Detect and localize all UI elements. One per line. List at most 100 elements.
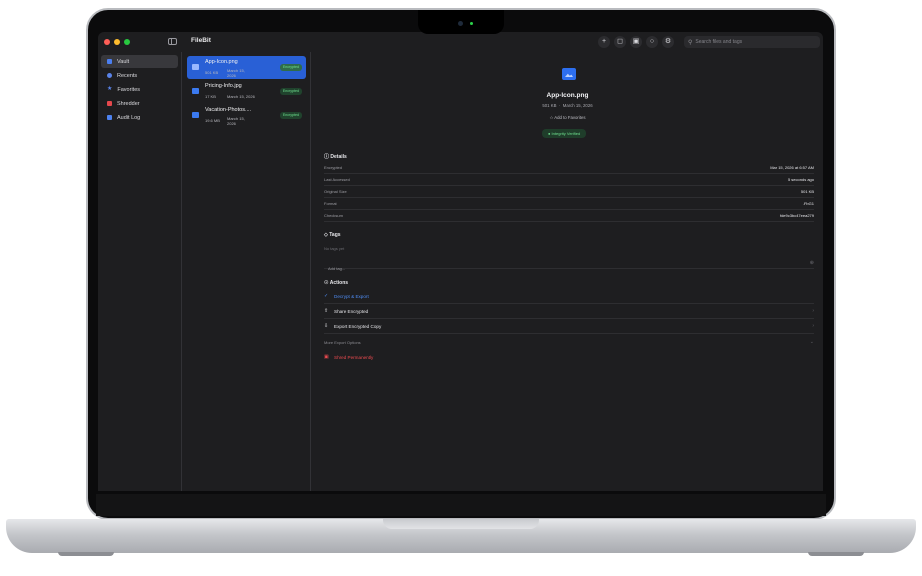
file-row[interactable]: Vacation-Photos.... 19.6 MB March 15, 20…	[187, 104, 306, 127]
laptop-foot	[58, 552, 114, 556]
detail-file-name: App-Icon.png	[546, 92, 589, 99]
export-encrypted-copy-label: Export Encrypted Copy	[334, 324, 382, 329]
zoom-window-button[interactable]	[124, 39, 130, 45]
actions-header-label: Actions	[329, 280, 349, 286]
detail-panel: App-Icon.png 501 KB · March 15, 2026 ☆ A…	[312, 52, 823, 491]
add-to-favorites-button[interactable]: ☆ Add to Favorites	[312, 115, 823, 121]
sidebar-item-label: Audit Log	[117, 114, 141, 121]
sidebar-item-shredder[interactable]: Shredder	[101, 97, 178, 110]
vault-icon	[107, 59, 112, 64]
file-size: 501 KB	[205, 70, 219, 75]
lock-person-icon[interactable]: ○	[646, 36, 658, 48]
image-file-icon	[192, 64, 199, 70]
file-date: March 15, 2026	[227, 68, 245, 78]
sidebar-item-label: Vault	[117, 58, 130, 65]
shredder-icon	[107, 101, 112, 106]
sidebar-toggle-icon[interactable]	[168, 38, 177, 45]
sidebar-item-audit-log[interactable]: Audit Log	[101, 111, 178, 124]
details-header: ⓘ Details	[324, 153, 347, 160]
details-header-label: Details	[330, 154, 347, 160]
close-window-button[interactable]	[104, 39, 110, 45]
sidebar-item-vault[interactable]: Vault	[101, 55, 178, 68]
toolbar: + ◻ ▣ ○ ⚙	[598, 36, 674, 48]
detail-row: Original Size 501 KB	[324, 186, 814, 198]
star-outline-icon: ☆	[549, 115, 554, 120]
plus-icon[interactable]: +	[598, 36, 610, 48]
file-size: 19.6 MB	[205, 118, 220, 123]
decrypt-export-button[interactable]: ✓ Decrypt & Export	[324, 289, 814, 304]
camera-indicator	[470, 22, 473, 25]
file-date: March 15, 2026	[227, 94, 255, 99]
search-input[interactable]	[695, 39, 806, 45]
screen-bottom-bezel	[96, 494, 826, 516]
clock-icon	[107, 73, 112, 78]
title-bar: FileBit + ◻ ▣ ○ ⚙ ⚲	[98, 32, 823, 52]
share-icon: ⇧	[324, 308, 329, 314]
file-size: 17 KB	[205, 94, 216, 99]
file-date: March 15, 2026	[227, 116, 245, 126]
laptop-foot	[808, 552, 864, 556]
export-encrypted-copy-button[interactable]: ⇩ Export Encrypted Copy ›	[324, 319, 814, 334]
camera-icon	[458, 21, 463, 26]
tags-header: ◇ Tags	[324, 232, 341, 238]
image-file-icon	[192, 88, 199, 94]
sidebar-item-recents[interactable]: Recents	[101, 69, 178, 82]
detail-value: 5 seconds ago	[787, 177, 814, 182]
window-controls	[104, 39, 130, 45]
chevron-right-icon: ›	[812, 308, 814, 314]
share-encrypted-label: Share Encrypted	[334, 309, 369, 314]
more-export-options-toggle[interactable]: More Export Options ⌄	[324, 335, 814, 350]
settings-icon[interactable]: ⚙	[662, 36, 674, 48]
detail-key: Checksum	[324, 213, 343, 218]
trash-icon[interactable]: ▣	[630, 36, 642, 48]
chevron-down-icon: ⌄	[809, 339, 814, 345]
sidebar-item-label: Recents	[117, 72, 138, 79]
detail-value: .FbG1	[802, 201, 814, 206]
no-tags-text: No tags yet	[324, 246, 345, 251]
integrity-label: Integrity Verified	[551, 131, 581, 136]
detail-row: Last Accessed 5 seconds ago	[324, 174, 814, 186]
detail-value: Mar 15, 2026 at 6:57 AM	[770, 165, 814, 170]
sidebar-item-favorites[interactable]: ★ Favorites	[101, 83, 178, 96]
actions-header: ☉ Actions	[324, 280, 348, 286]
detail-key: Original Size	[324, 189, 347, 194]
unlock-icon[interactable]: ◻	[614, 36, 626, 48]
shield-check-icon: ●	[548, 131, 551, 136]
laptop-lid-groove	[383, 519, 539, 529]
minimize-window-button[interactable]	[114, 39, 120, 45]
detail-file-date: March 15, 2026	[562, 103, 593, 108]
share-encrypted-button[interactable]: ⇧ Share Encrypted ›	[324, 304, 814, 319]
detail-value: fde9c3bc47eea279	[779, 213, 814, 218]
info-icon: ⓘ	[324, 154, 330, 160]
add-tag-row: ⊕	[324, 257, 814, 271]
search-icon: ⚲	[688, 39, 693, 46]
detail-row: Encrypted Mar 15, 2026 at 6:57 AM	[324, 162, 814, 174]
bolt-icon: ☉	[324, 280, 329, 286]
add-tag-icon[interactable]: ⊕	[810, 260, 814, 266]
detail-key: Format	[324, 201, 337, 206]
shred-permanently-label: Shred Permanently	[334, 355, 374, 360]
integrity-badge: ● Integrity Verified	[542, 129, 587, 138]
sidebar: Vault Recents ★ Favorites Shredder Audit…	[98, 52, 182, 491]
add-to-favorites-label: Add to Favorites	[554, 115, 586, 120]
app-window: FileBit + ◻ ▣ ○ ⚙ ⚲ Vault Recents ★	[98, 32, 823, 491]
star-icon: ★	[107, 86, 113, 92]
app-title: FileBit	[191, 37, 211, 44]
encrypted-badge: Encrypted	[279, 112, 302, 119]
archive-file-icon	[192, 112, 199, 118]
detail-file-meta: 501 KB · March 15, 2026	[542, 103, 593, 108]
camera-notch	[418, 10, 504, 34]
file-name: App-Icon.png	[205, 59, 238, 65]
tag-icon: ◇	[324, 232, 328, 238]
add-tag-input[interactable]	[328, 266, 728, 271]
shred-permanently-button[interactable]: ▣ Shred Permanently	[324, 350, 814, 365]
detail-key: Encrypted	[324, 165, 343, 170]
detail-value: 501 KB	[800, 189, 814, 194]
sidebar-item-label: Favorites	[117, 86, 141, 93]
detail-row: Checksum fde9c3bc47eea279	[324, 210, 814, 222]
chevron-right-icon: ›	[812, 323, 814, 329]
file-row[interactable]: App-Icon.png 501 KB March 15, 2026 Encry…	[187, 56, 306, 79]
detail-file-size: 501 KB	[542, 103, 557, 108]
audit-log-icon	[107, 115, 112, 120]
file-row[interactable]: Pricing-Info.jpg 17 KB March 15, 2026 En…	[187, 80, 306, 103]
